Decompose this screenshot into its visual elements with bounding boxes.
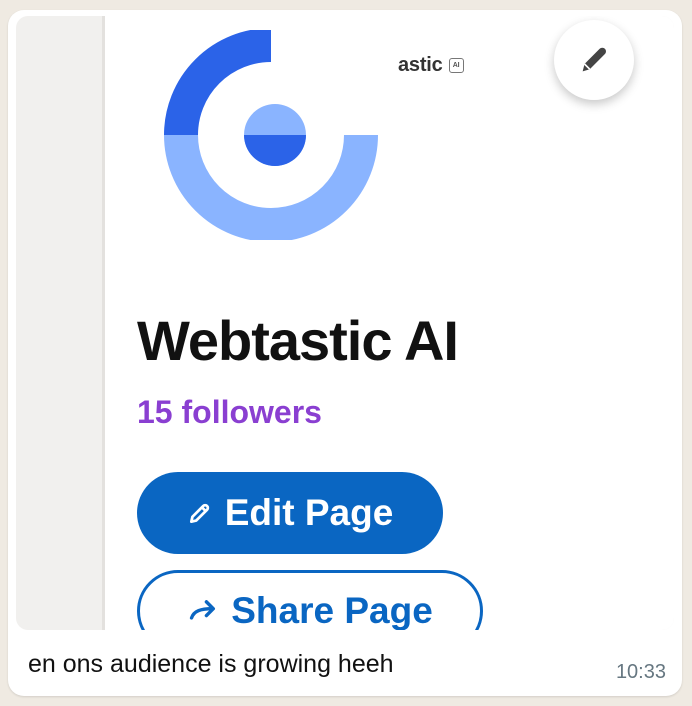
company-badge-text: astic	[398, 54, 443, 76]
pencil-icon	[189, 503, 209, 524]
pencil-icon	[582, 47, 606, 72]
edit-image-button[interactable]	[554, 20, 634, 100]
share-arrow-icon	[190, 600, 216, 620]
edit-page-button: Edit Page	[137, 472, 443, 554]
webtastic-logo	[164, 30, 378, 240]
edit-page-label: Edit Page	[224, 492, 394, 533]
linkedin-page-screenshot: astic AI Webtastic AI 15 followers Edit …	[102, 16, 674, 630]
company-badge: astic AI	[398, 54, 464, 77]
followers-count: 15 followers	[137, 394, 322, 430]
page-title: Webtastic AI	[137, 309, 459, 372]
message-caption: en ons audience is growing heeh	[28, 650, 394, 678]
share-page-button: Share Page	[137, 570, 483, 630]
ai-mini-icon: AI	[448, 58, 464, 73]
share-page-label: Share Page	[231, 590, 433, 630]
shared-image[interactable]: astic AI Webtastic AI 15 followers Edit …	[16, 16, 674, 630]
message-bubble[interactable]: astic AI Webtastic AI 15 followers Edit …	[8, 10, 682, 696]
message-timestamp: 10:33	[615, 661, 666, 683]
